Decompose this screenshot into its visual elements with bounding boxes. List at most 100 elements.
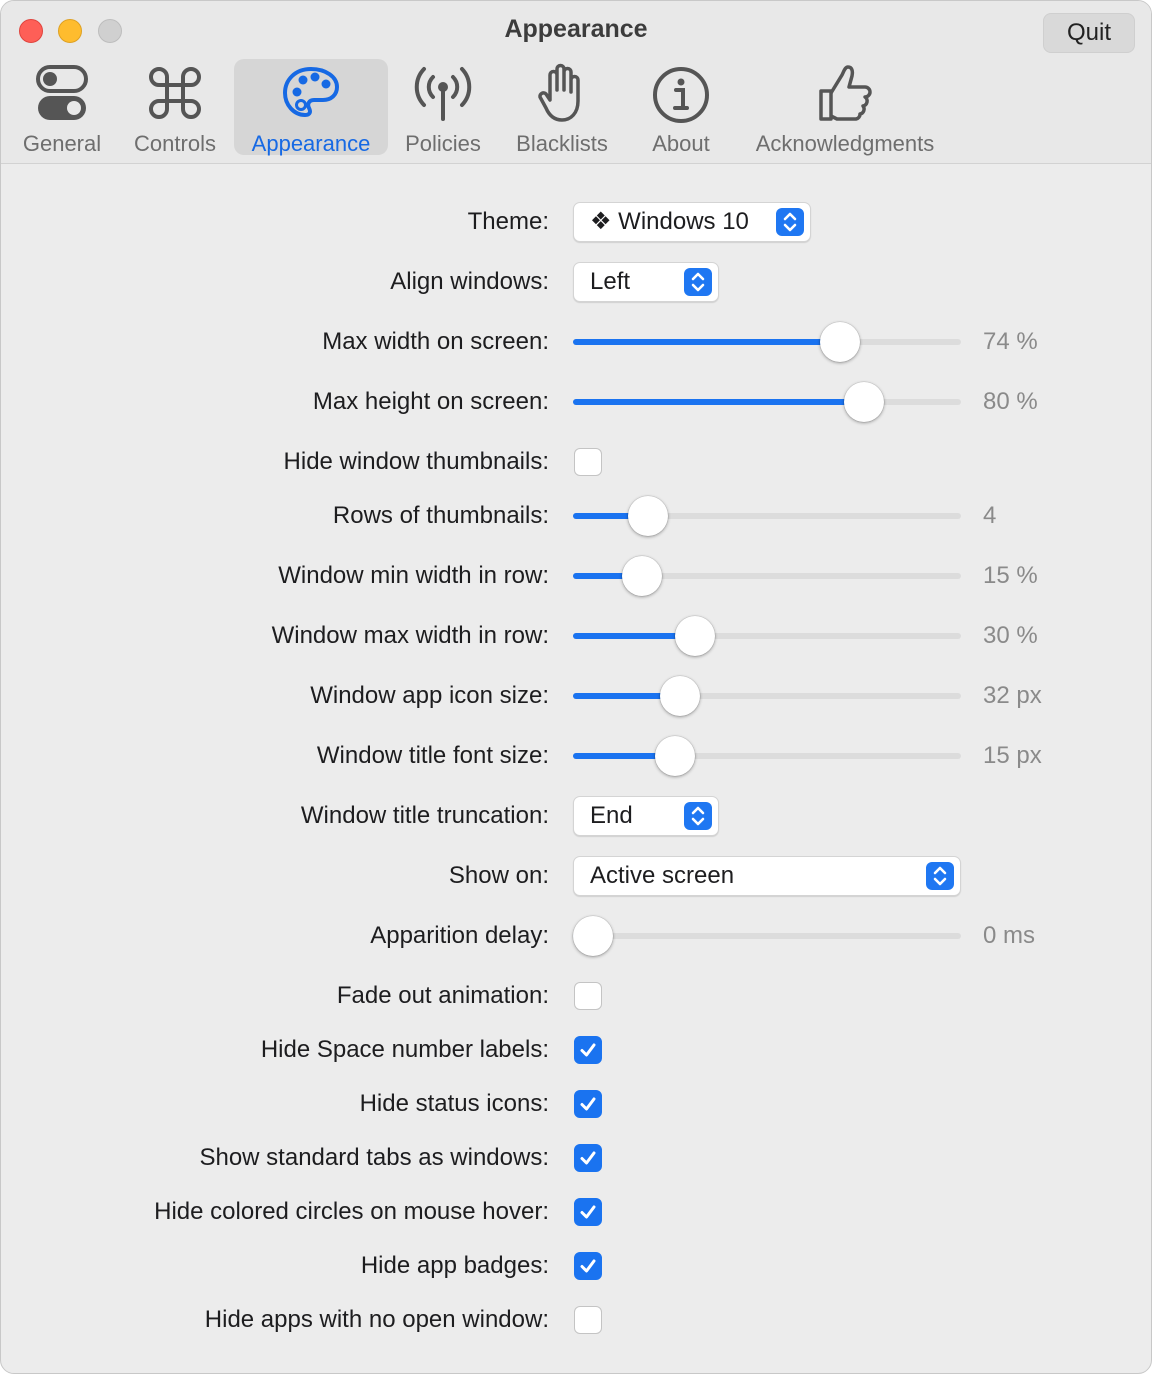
popup-value: ❖ Windows 10: [590, 208, 749, 235]
popup-value: End: [590, 802, 633, 829]
title-truncation-popup[interactable]: End: [573, 796, 719, 836]
setting-label: Hide status icons:: [359, 1090, 549, 1117]
setting-label: Window app icon size:: [310, 682, 549, 709]
setting-label: Rows of thumbnails:: [332, 502, 549, 529]
align-windows-row: Align windows: Left: [1, 262, 1151, 302]
chevron-updown-icon: [684, 802, 712, 830]
tab-label: General: [22, 131, 102, 156]
setting-label: Hide Space number labels:: [260, 1036, 549, 1063]
rows-thumbnails-row: Rows of thumbnails: 4: [1, 496, 1151, 536]
checkmark-icon: [580, 1097, 596, 1111]
max-height-row: Max height on screen: 80 %: [1, 382, 1151, 422]
slider-knob[interactable]: [843, 382, 884, 422]
slider-fill: [573, 339, 841, 345]
thumbs-up-icon: [819, 65, 872, 121]
slider-knob[interactable]: [622, 556, 663, 596]
slider-value: 80 %: [983, 388, 1038, 415]
tab-label: About: [652, 131, 710, 156]
slider-knob[interactable]: [573, 916, 613, 956]
tab-blacklists[interactable]: Blacklists: [503, 59, 621, 156]
slider-knob[interactable]: [674, 616, 715, 656]
slider-value: 30 %: [983, 622, 1038, 649]
theme-popup[interactable]: ❖ Windows 10: [573, 202, 811, 242]
hide-app-badges-checkbox[interactable]: [574, 1252, 602, 1280]
title-truncation-row: Window title truncation: End: [1, 796, 1151, 836]
quit-button[interactable]: Quit: [1043, 13, 1135, 53]
slider-value: 4: [983, 502, 997, 529]
min-width-row: Window min width in row: 15 %: [1, 556, 1151, 596]
fade-out-checkbox[interactable]: [574, 982, 602, 1010]
setting-label: Apparition delay:: [370, 922, 549, 949]
show-on-popup[interactable]: Active screen: [573, 856, 961, 896]
max-width-in-row-row: Window max width in row: 30 %: [1, 616, 1151, 656]
chevron-updown-icon: [684, 268, 712, 296]
toolbar: Appearance Quit General Controls Appeara…: [1, 1, 1151, 164]
hide-status-icons-row: Hide status icons:: [1, 1084, 1151, 1124]
setting-label: Align windows:: [390, 268, 549, 295]
max-width-row: Max width on screen: 74 %: [1, 322, 1151, 362]
show-on-row: Show on: Active screen: [1, 856, 1151, 896]
setting-label: Window title font size:: [316, 742, 549, 769]
hide-colored-circles-checkbox[interactable]: [574, 1198, 602, 1226]
tab-label: Policies: [405, 131, 481, 156]
tab-about[interactable]: About: [637, 59, 725, 156]
slider-track[interactable]: [573, 933, 961, 939]
preferences-window: Appearance Quit General Controls Appeara…: [0, 0, 1152, 1374]
tab-general[interactable]: General: [13, 59, 111, 156]
checkmark-icon: [580, 1259, 596, 1273]
window-title: Appearance: [504, 15, 648, 43]
title-font-size-row: Window title font size: 15 px: [1, 736, 1151, 776]
fade-out-row: Fade out animation:: [1, 976, 1151, 1016]
slider-knob[interactable]: [627, 496, 668, 536]
setting-label: Window title truncation:: [300, 802, 549, 829]
popup-value: Active screen: [590, 862, 735, 889]
hide-status-icons-checkbox[interactable]: [574, 1090, 602, 1118]
tab-label: Blacklists: [516, 131, 608, 156]
slider-fill: [573, 399, 864, 405]
hide-apps-no-window-checkbox[interactable]: [574, 1306, 602, 1334]
command-key-icon: [149, 67, 201, 119]
tab-appearance[interactable]: Appearance: [234, 59, 388, 156]
slider-value: 15 %: [983, 562, 1038, 589]
apparition-delay-row: Apparition delay: 0 ms: [1, 916, 1151, 956]
setting-label: Window max width in row:: [271, 622, 549, 649]
checkmark-icon: [580, 1151, 596, 1165]
setting-label: Fade out animation:: [336, 982, 549, 1009]
info-circle-icon: [653, 67, 709, 123]
theme-row: Theme: ❖ Windows 10: [1, 202, 1151, 242]
checkmark-icon: [580, 1043, 596, 1057]
slider-value: 32 px: [983, 682, 1042, 709]
setting-label: Max height on screen:: [312, 388, 549, 415]
slider-value: 0 ms: [983, 922, 1036, 949]
hide-apps-no-window-row: Hide apps with no open window:: [1, 1300, 1151, 1340]
setting-label: Show standard tabs as windows:: [199, 1144, 549, 1171]
tab-controls[interactable]: Controls: [125, 59, 225, 156]
slider-value: 74 %: [983, 328, 1038, 355]
toggle-switches-icon: [36, 65, 88, 120]
slider-knob[interactable]: [820, 322, 861, 362]
tab-label: Appearance: [251, 131, 371, 156]
hide-space-labels-checkbox[interactable]: [574, 1036, 602, 1064]
hide-colored-circles-row: Hide colored circles on mouse hover:: [1, 1192, 1151, 1232]
checkmark-icon: [580, 1205, 596, 1219]
icon-size-row: Window app icon size: 32 px: [1, 676, 1151, 716]
setting-label: Theme:: [467, 208, 549, 235]
setting-label: Max width on screen:: [322, 328, 549, 355]
raised-hand-icon: [538, 63, 580, 122]
standard-tabs-checkbox[interactable]: [574, 1144, 602, 1172]
hide-app-badges-row: Hide app badges:: [1, 1246, 1151, 1286]
slider-knob[interactable]: [660, 676, 700, 716]
tab-policies[interactable]: Policies: [397, 59, 489, 156]
slider-knob[interactable]: [654, 736, 695, 776]
hide-space-labels-row: Hide Space number labels:: [1, 1030, 1151, 1070]
align-windows-popup[interactable]: Left: [573, 262, 719, 302]
antenna-icon: [414, 67, 472, 121]
palette-icon: [282, 66, 340, 118]
standard-tabs-row: Show standard tabs as windows:: [1, 1138, 1151, 1178]
popup-value: Left: [590, 268, 631, 295]
tab-acknowledgments[interactable]: Acknowledgments: [743, 59, 947, 156]
slider-value: 15 px: [983, 742, 1042, 769]
setting-label: Window min width in row:: [278, 562, 549, 589]
hide-thumbnails-checkbox[interactable]: [574, 448, 602, 476]
chevron-updown-icon: [926, 862, 954, 890]
